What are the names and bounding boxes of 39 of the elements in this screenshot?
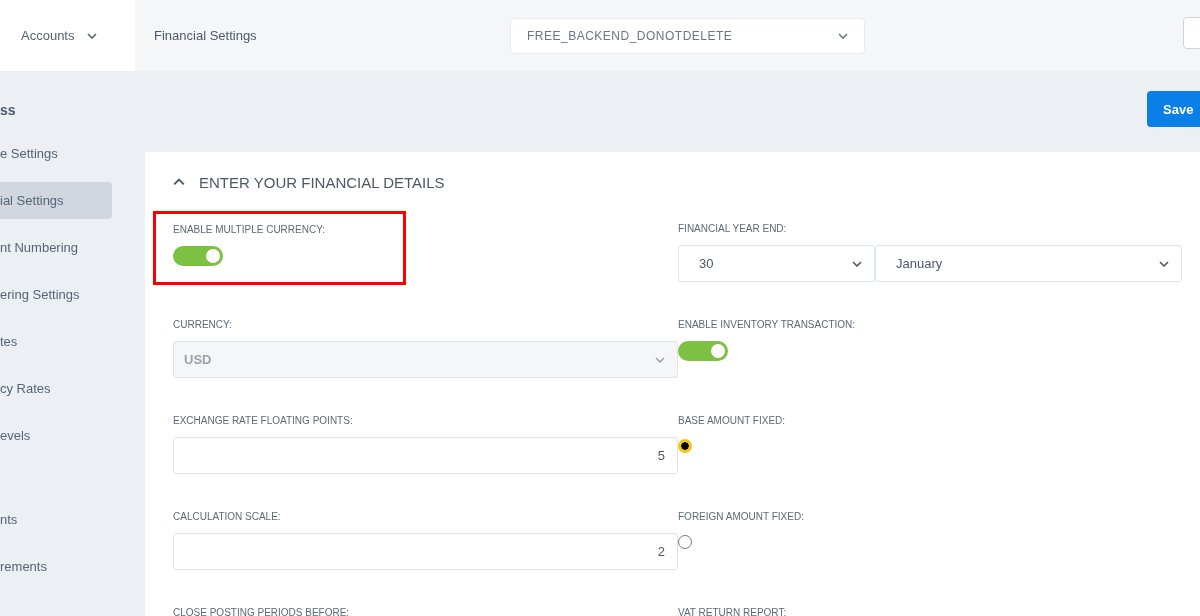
field-label: BASE AMOUNT FIXED: bbox=[678, 414, 786, 428]
page-title: Financial Settings bbox=[154, 28, 258, 43]
date-select[interactable]: 30 bbox=[678, 245, 875, 282]
field-label: CALCULATION SCALE: bbox=[173, 510, 281, 524]
sidebar-item[interactable]: tes bbox=[0, 323, 112, 360]
module-menu[interactable]: Accounts bbox=[0, 0, 135, 71]
chevron-up-icon bbox=[173, 178, 185, 186]
sidebar-item[interactable]: ial Settings bbox=[0, 182, 112, 219]
chevron-down-icon bbox=[1159, 260, 1169, 267]
field-label: ENABLE MULTIPLE CURRENCY: bbox=[173, 223, 326, 237]
toggle-switch[interactable] bbox=[173, 246, 223, 266]
radio-button[interactable] bbox=[678, 535, 692, 549]
number-field[interactable]: 2 bbox=[173, 533, 678, 570]
number-field[interactable]: 5 bbox=[173, 437, 678, 474]
toggle-switch[interactable] bbox=[678, 341, 728, 361]
sidebar-item[interactable]: nts bbox=[0, 501, 112, 538]
company-select[interactable]: FREE_BACKEND_DONOTDELETE bbox=[510, 17, 865, 54]
sidebar-item[interactable]: rements bbox=[0, 548, 112, 585]
sidebar-title: ss bbox=[0, 101, 17, 120]
field-label: VAT RETURN REPORT: bbox=[678, 606, 787, 616]
sidebar-item[interactable]: evels bbox=[0, 417, 112, 454]
sidebar-item[interactable]: cy Rates bbox=[0, 370, 112, 407]
sidebar-item[interactable]: nt Numbering bbox=[0, 229, 112, 266]
sidebar-item[interactable]: e Settings bbox=[0, 135, 112, 172]
chevron-down-icon bbox=[655, 356, 665, 363]
chevron-down-icon bbox=[87, 32, 98, 39]
field-label: CURRENCY: bbox=[173, 318, 232, 332]
sidebar-item[interactable]: ering Settings bbox=[0, 276, 112, 313]
section-header[interactable]: ENTER YOUR FINANCIAL DETAILS bbox=[173, 152, 445, 212]
field-label: FINANCIAL YEAR END: bbox=[678, 222, 787, 236]
radio-button[interactable] bbox=[678, 439, 692, 453]
date-select[interactable]: January bbox=[875, 245, 1182, 282]
chevron-down-icon bbox=[838, 32, 848, 39]
chevron-down-icon bbox=[852, 260, 862, 267]
field-label: CLOSE POSTING PERIODS BEFORE: bbox=[173, 606, 350, 616]
field-label: FOREIGN AMOUNT FIXED: bbox=[678, 510, 804, 524]
field-label: ENABLE INVENTORY TRANSACTION: bbox=[678, 318, 856, 332]
save-button[interactable]: Save bbox=[1147, 91, 1200, 127]
field-label: EXCHANGE RATE FLOATING POINTS: bbox=[173, 414, 353, 428]
